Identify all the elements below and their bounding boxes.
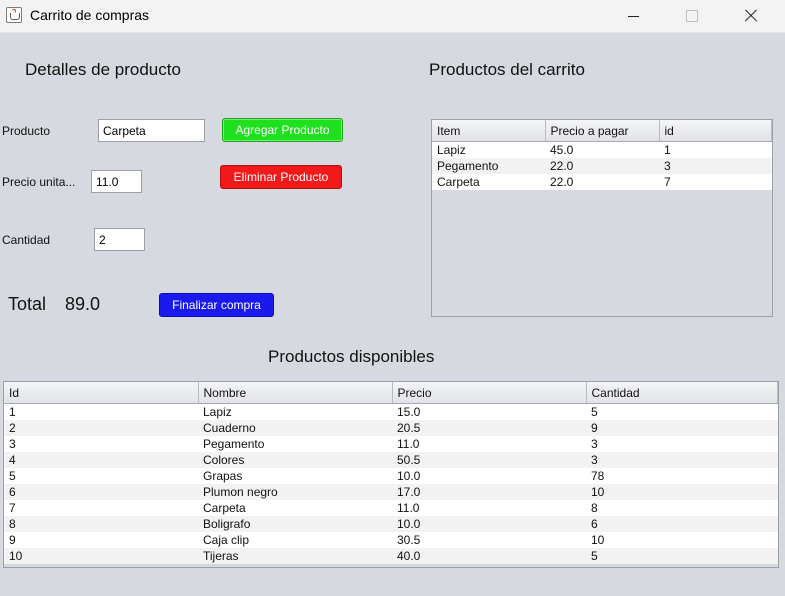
product-row[interactable]: 4 Colores 50.5 3 bbox=[4, 451, 778, 468]
product-cell: 9 bbox=[586, 419, 778, 436]
product-cell: 30.5 bbox=[392, 531, 586, 548]
product-cell: 3 bbox=[586, 435, 778, 452]
product-cell: Boligrafo bbox=[198, 515, 392, 532]
cantidad-field[interactable]: 2 bbox=[94, 228, 145, 251]
precio-unitario-label: Precio unita... bbox=[2, 175, 76, 189]
available-products-table: Id Nombre Precio Cantidad 1 Lapiz 15.0 5… bbox=[3, 381, 779, 568]
cart-row[interactable]: Pegamento 22.0 3 bbox=[432, 157, 772, 174]
product-cell: 15.0 bbox=[392, 403, 586, 420]
product-cell: Cuaderno bbox=[198, 419, 392, 436]
product-cell: Grapas bbox=[198, 467, 392, 484]
product-cell: Caja clip bbox=[198, 531, 392, 548]
cart-cell: 1 bbox=[659, 141, 772, 158]
product-row[interactable]: 2 Cuaderno 20.5 9 bbox=[4, 419, 778, 436]
product-details-heading: Detalles de producto bbox=[25, 60, 181, 79]
product-cell: Carpeta bbox=[198, 499, 392, 516]
product-cell: 6 bbox=[586, 515, 778, 532]
product-row[interactable]: 5 Grapas 10.0 78 bbox=[4, 467, 778, 484]
product-cell: 8 bbox=[4, 515, 198, 532]
cart-cell: Carpeta bbox=[432, 173, 545, 190]
product-cell: 4 bbox=[4, 451, 198, 468]
product-row[interactable]: 9 Caja clip 30.5 10 bbox=[4, 531, 778, 548]
cart-cell: Pegamento bbox=[432, 157, 545, 174]
cart-cell: 22.0 bbox=[545, 157, 659, 174]
product-cell: 50.5 bbox=[392, 451, 586, 468]
product-cell: 1 bbox=[4, 403, 198, 420]
producto-field[interactable]: Carpeta bbox=[98, 119, 205, 142]
available-products-heading: Productos disponibles bbox=[268, 347, 435, 366]
product-cell: 11.0 bbox=[392, 499, 586, 516]
maximize-button[interactable] bbox=[668, 0, 714, 32]
product-cell: 3 bbox=[4, 435, 198, 452]
remove-product-button[interactable]: Eliminar Producto bbox=[220, 165, 342, 189]
product-cell: 9 bbox=[4, 531, 198, 548]
cart-row[interactable]: Lapiz 45.0 1 bbox=[432, 141, 772, 158]
available-column-header[interactable]: Id bbox=[4, 382, 199, 404]
cart-cell: 3 bbox=[659, 157, 772, 174]
available-column-header[interactable]: Precio bbox=[392, 382, 587, 404]
add-product-button[interactable]: Agregar Producto bbox=[222, 118, 343, 142]
product-cell: Plumon negro bbox=[198, 483, 392, 500]
title-bar: Carrito de compras bbox=[0, 0, 785, 33]
available-table-header: Id Nombre Precio Cantidad bbox=[4, 382, 778, 404]
total-label: Total bbox=[8, 294, 47, 314]
product-cell: 7 bbox=[4, 499, 198, 516]
cart-column-header[interactable]: Item bbox=[432, 120, 546, 142]
product-row[interactable]: 6 Plumon negro 17.0 10 bbox=[4, 483, 778, 500]
producto-label: Producto bbox=[2, 124, 51, 138]
product-cell: 11.0 bbox=[392, 435, 586, 452]
product-cell: 78 bbox=[586, 467, 778, 484]
product-cell: Pegamento bbox=[198, 435, 392, 452]
product-row[interactable]: 1 Lapiz 15.0 5 bbox=[4, 403, 778, 420]
product-cell: Lapiz bbox=[198, 403, 392, 420]
cart-heading: Productos del carrito bbox=[429, 60, 585, 79]
product-row[interactable]: 10 Tijeras 40.0 5 bbox=[4, 547, 778, 564]
cart-cell: 7 bbox=[659, 173, 772, 190]
available-column-header[interactable]: Nombre bbox=[198, 382, 393, 404]
product-row[interactable]: 3 Pegamento 11.0 3 bbox=[4, 435, 778, 452]
product-cell: 5 bbox=[4, 467, 198, 484]
product-cell: 10 bbox=[586, 531, 778, 548]
product-cell: 3 bbox=[586, 451, 778, 468]
product-cell: 10.0 bbox=[392, 515, 586, 532]
product-cell: 5 bbox=[586, 547, 778, 564]
cart-table-header: Item Precio a pagar id bbox=[432, 120, 772, 142]
window-title: Carrito de compras bbox=[30, 7, 150, 23]
product-cell: Colores bbox=[198, 451, 392, 468]
available-column-header[interactable]: Cantidad bbox=[586, 382, 778, 404]
finalize-purchase-button[interactable]: Finalizar compra bbox=[159, 293, 274, 317]
product-row[interactable]: 8 Boligrafo 10.0 6 bbox=[4, 515, 778, 532]
cart-column-header[interactable]: id bbox=[659, 120, 772, 142]
product-cell: 6 bbox=[4, 483, 198, 500]
product-cell: 2 bbox=[4, 419, 198, 436]
product-cell: 10 bbox=[586, 483, 778, 500]
cart-row[interactable]: Carpeta 22.0 7 bbox=[432, 173, 772, 190]
product-cell: Tijeras bbox=[198, 547, 392, 564]
product-cell: 20.5 bbox=[392, 419, 586, 436]
java-app-icon bbox=[6, 7, 22, 23]
cart-column-header[interactable]: Precio a pagar bbox=[545, 120, 660, 142]
product-cell: 40.0 bbox=[392, 547, 586, 564]
cantidad-label: Cantidad bbox=[2, 233, 51, 247]
cart-table: Item Precio a pagar id Lapiz 45.0 1 Pega… bbox=[431, 119, 773, 317]
product-cell: 8 bbox=[586, 499, 778, 516]
product-cell: 10.0 bbox=[392, 467, 586, 484]
product-cell: 10 bbox=[4, 547, 198, 564]
precio-unitario-field[interactable]: 11.0 bbox=[91, 170, 142, 193]
minimize-button[interactable] bbox=[610, 0, 656, 32]
total-value: 89.0 bbox=[65, 294, 101, 314]
cart-cell: Lapiz bbox=[432, 141, 545, 158]
close-button[interactable] bbox=[727, 0, 773, 32]
product-cell: 5 bbox=[586, 403, 778, 420]
cart-cell: 22.0 bbox=[545, 173, 659, 190]
product-row[interactable]: 7 Carpeta 11.0 8 bbox=[4, 499, 778, 516]
cart-cell: 45.0 bbox=[545, 141, 659, 158]
product-cell: 17.0 bbox=[392, 483, 586, 500]
